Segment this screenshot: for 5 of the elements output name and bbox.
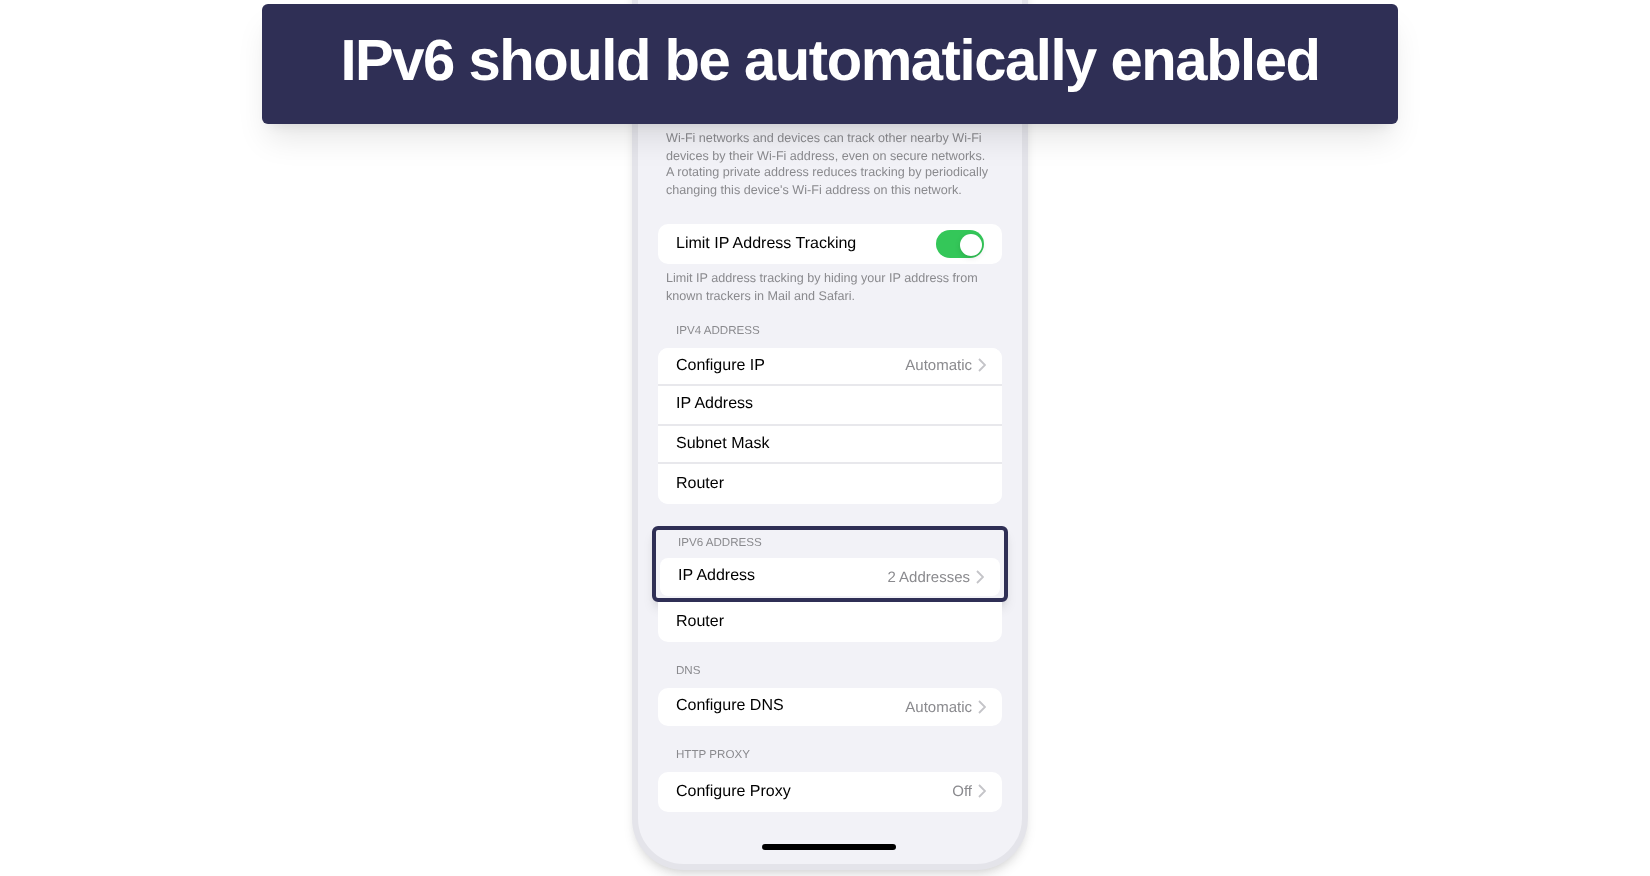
banner-title: IPv6 should be automatically enabled <box>340 28 1320 99</box>
toggle-switch[interactable] <box>936 230 984 259</box>
home-indicator <box>762 844 896 850</box>
settings-row[interactable]: Subnet Mask <box>658 425 1002 465</box>
settings-row[interactable]: Limit IP Address Tracking <box>658 224 1002 265</box>
